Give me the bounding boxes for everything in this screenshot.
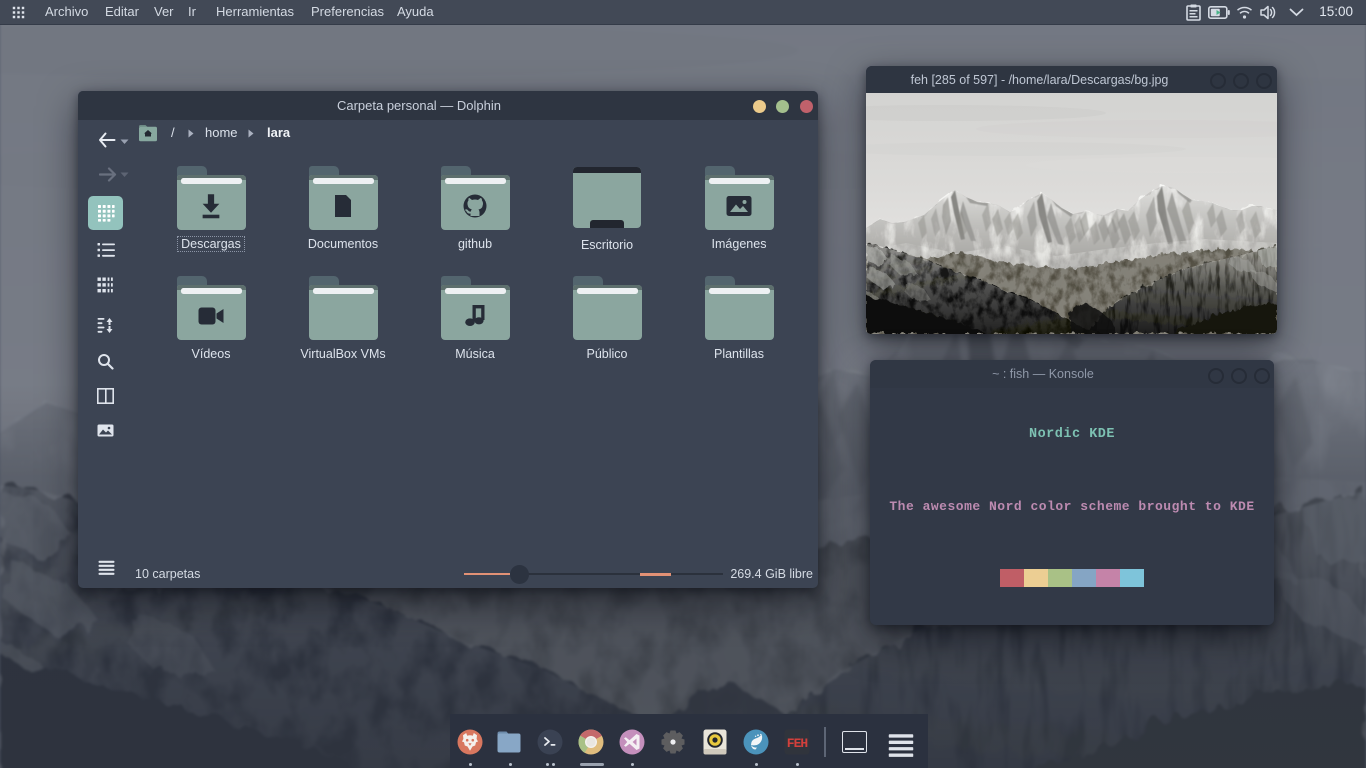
svg-text:FEH: FEH — [787, 736, 808, 751]
